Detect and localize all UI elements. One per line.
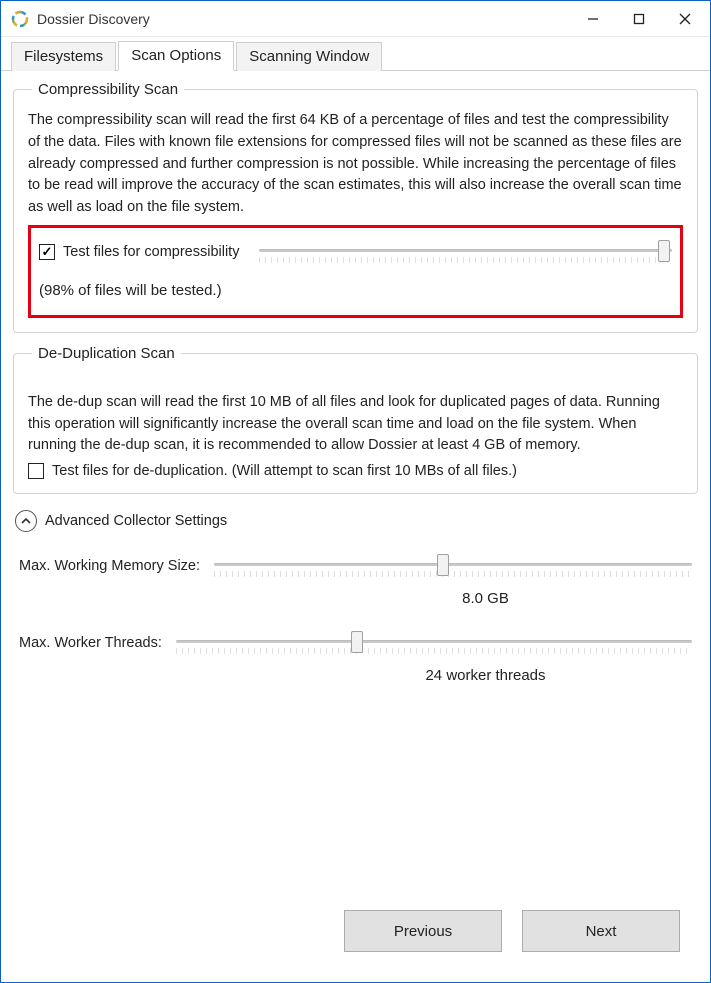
window-maximize-button[interactable] [616,3,662,35]
tab-content: Compressibility Scan The compressibility… [1,71,710,982]
app-icon [11,10,29,28]
dedup-checkbox-label: Test files for de-duplication. (Will att… [52,463,517,479]
tab-bar: Filesystems Scan Options Scanning Window [1,37,710,71]
compress-checkbox-label: Test files for compressibility [63,244,239,260]
dedup-legend: De-Duplication Scan [32,345,181,362]
app-window: Dossier Discovery Filesystems Scan Optio… [0,0,711,983]
dedup-group: De-Duplication Scan The de-dup scan will… [13,345,698,494]
window-minimize-button[interactable] [570,3,616,35]
wizard-buttons: Previous Next [13,902,698,970]
dedup-description: The de-dup scan will read the first 10 M… [28,392,683,457]
window-title: Dossier Discovery [37,11,570,27]
dedup-checkbox[interactable] [28,463,44,479]
threads-label: Max. Worker Threads: [19,635,162,651]
chevron-up-icon [15,510,37,532]
previous-button[interactable]: Previous [344,910,502,952]
threads-slider[interactable] [176,631,692,655]
tab-scan-options[interactable]: Scan Options [118,41,234,71]
window-close-button[interactable] [662,3,708,35]
compressibility-description: The compressibility scan will read the f… [28,110,683,219]
advanced-toggle[interactable]: Advanced Collector Settings [13,506,698,532]
compressibility-highlight: Test files for compressibility (98% of f… [28,225,683,318]
compressibility-legend: Compressibility Scan [32,81,184,98]
tab-filesystems[interactable]: Filesystems [11,42,116,71]
advanced-panel: Max. Working Memory Size: 8.0 GB Max. Wo… [13,544,698,684]
compress-slider[interactable] [259,240,672,264]
threads-value: 24 worker threads [17,667,694,684]
memory-label: Max. Working Memory Size: [19,558,200,574]
compressibility-group: Compressibility Scan The compressibility… [13,81,698,333]
memory-value: 8.0 GB [17,590,694,607]
advanced-label: Advanced Collector Settings [45,513,227,529]
memory-slider[interactable] [214,554,692,578]
compress-checkbox[interactable] [39,244,55,260]
next-button[interactable]: Next [522,910,680,952]
compress-subtext: (98% of files will be tested.) [39,282,672,299]
tab-scanning-window[interactable]: Scanning Window [236,42,382,71]
titlebar: Dossier Discovery [1,1,710,37]
